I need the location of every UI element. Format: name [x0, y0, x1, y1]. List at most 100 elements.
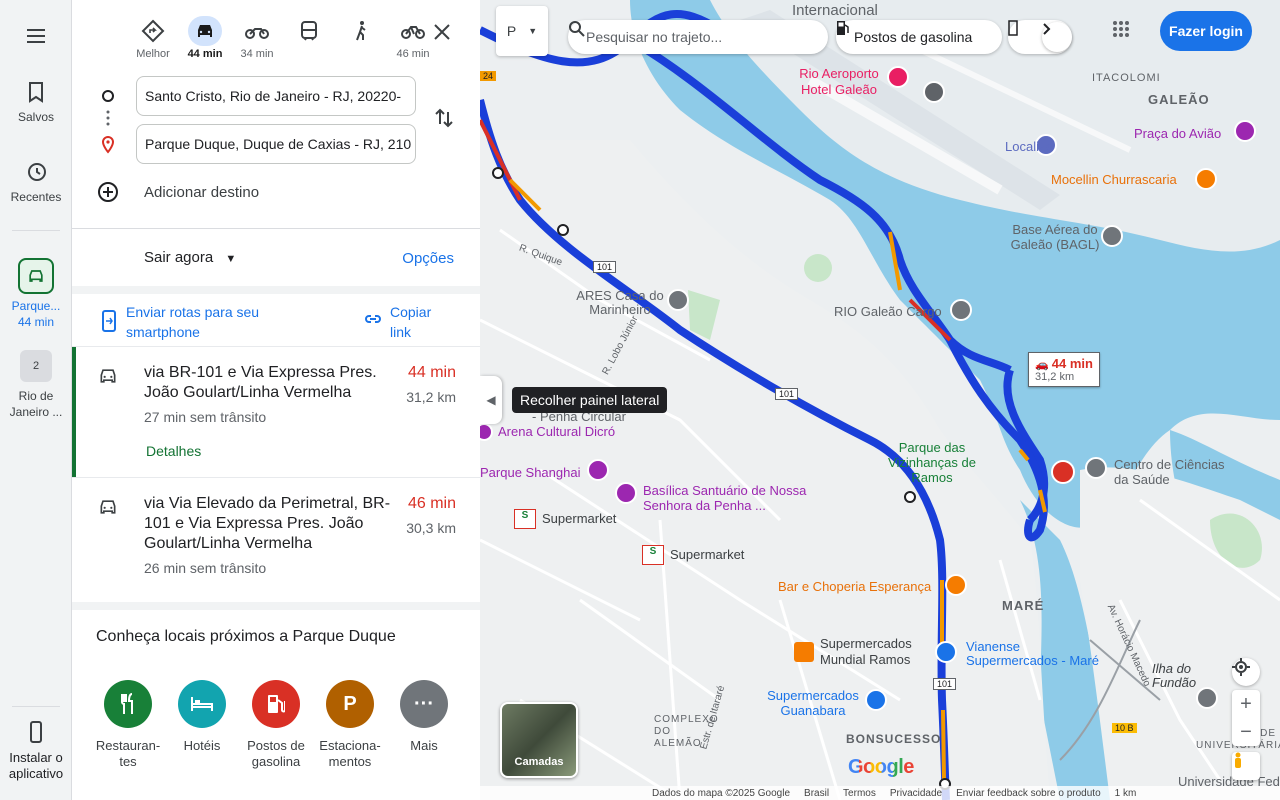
poi-parque-shanghai[interactable]: Parque Shanghai [480, 465, 580, 480]
link-icon [365, 315, 381, 323]
login-button[interactable]: Fazer login [1160, 11, 1252, 51]
poi-vianense[interactable]: Vianense Supermercados - Maré [966, 640, 1106, 668]
category-hotels[interactable]: Hotéis [164, 680, 240, 754]
footer-terms[interactable]: Termos [843, 788, 876, 799]
mode-best[interactable]: Melhor [128, 16, 178, 60]
collapse-panel-button[interactable]: ◀ [480, 376, 502, 424]
route-1-details-button[interactable]: Detalhes [146, 443, 201, 459]
more-icon: ··· [400, 680, 448, 728]
poi-bar-esperanca[interactable]: Bar e Choperia Esperança [778, 579, 931, 594]
category-more[interactable]: ··· Mais [386, 680, 462, 754]
category-parking[interactable]: P Estaciona-mentos [312, 680, 388, 770]
menu-button[interactable] [0, 24, 72, 54]
route-dots-icon [106, 110, 110, 126]
close-directions-button[interactable] [430, 20, 454, 44]
route-2-no-traffic: 26 min sem trânsito [144, 560, 267, 576]
place-thumbnail-icon: 2 [20, 350, 52, 382]
street-view-button[interactable] [1232, 752, 1260, 780]
search-along-route[interactable]: Pesquisar no trajeto... [568, 20, 828, 54]
poi-arena-dicro[interactable]: Arena Cultural Dicró [498, 424, 615, 439]
poi-guanabara[interactable]: Supermercados Guanabara [758, 688, 868, 718]
poi-centro-ciencias[interactable]: Centro de Ciências da Saúde [1114, 457, 1234, 487]
route-option-1[interactable]: via BR-101 e Via Expressa Pres. João Gou… [72, 347, 480, 477]
divider [72, 228, 480, 229]
zoom-out-button[interactable]: − [1240, 718, 1252, 746]
footer-scale[interactable]: 1 km [1115, 788, 1137, 799]
map-label-mare: MARÉ [1002, 598, 1045, 613]
category-hotels-label: Hotéis [183, 738, 221, 753]
layers-label: Camadas [514, 756, 564, 768]
category-restaurants[interactable]: Restauran-tes [90, 680, 166, 770]
collapse-tooltip: Recolher painel lateral [512, 387, 668, 413]
poi-rio-aeroporto-hotel[interactable]: Rio Aeroporto Hotel Galeão [794, 66, 884, 98]
poi-basilica-penha[interactable]: Basílica Santuário de Nossa Senhora da P… [643, 483, 813, 513]
depart-now-dropdown[interactable]: Sair agora ▼ [144, 249, 236, 266]
car-icon [198, 25, 212, 37]
mode-transit[interactable] [284, 16, 334, 60]
route-options-button[interactable]: P ▼ [496, 6, 548, 56]
highway-shield-101: 101 [593, 261, 617, 273]
install-app-button[interactable]: Instalar o aplicativo [0, 720, 72, 782]
category-more-label: Mais [410, 738, 438, 753]
layers-button[interactable]: Camadas [500, 702, 578, 778]
route-option-2[interactable]: via Via Elevado da Perimetral, BR-101 e … [72, 478, 480, 602]
rail-divider [12, 230, 60, 231]
poi-supermarket-1[interactable]: S Supermarket [514, 509, 616, 529]
gas-stations-chip[interactable]: Postos de gasolina [836, 20, 1002, 54]
history-icon [28, 163, 46, 181]
poi-rio-galeao-cargo[interactable]: RIO Galeão Cargo [834, 304, 942, 319]
highway-shield-10b: 10 B [1112, 723, 1137, 733]
directions-panel: Melhor 44 min 34 min 46 min Santo Cristo… [72, 0, 480, 800]
fork-knife-icon [104, 680, 152, 728]
parking-route-icon: P [506, 23, 517, 39]
chevron-down-icon: ▼ [225, 253, 237, 265]
recent-place-item[interactable]: 2 Rio de Janeiro ... [0, 350, 72, 420]
chevron-down-icon: ▼ [528, 26, 538, 36]
add-circle-icon[interactable] [96, 180, 120, 204]
saved-label: Salvos [17, 110, 55, 124]
send-to-phone-link[interactable]: Enviar rotas para seu smartphone [126, 302, 296, 342]
poi-mocellin[interactable]: Mocellin Churrascaria [1051, 172, 1177, 187]
footer-privacy[interactable]: Privacidade [890, 788, 942, 799]
poi-mundial-ramos[interactable]: Supermercados Mundial Ramos [820, 636, 930, 668]
zoom-in-button[interactable]: + [1240, 690, 1252, 718]
swap-button[interactable] [432, 106, 456, 135]
fuel-icon [252, 680, 300, 728]
mode-best-label: Melhor [136, 48, 170, 60]
poi-ares[interactable]: ARES Casa do Marinheiro [572, 289, 668, 317]
mode-walk[interactable] [336, 16, 386, 60]
saved-button[interactable]: Salvos [0, 80, 72, 124]
scroll-chips-right-button[interactable] [1042, 22, 1072, 52]
options-button[interactable]: Opções [402, 250, 454, 267]
poi-localiza[interactable]: Localiza [1005, 139, 1053, 154]
left-rail: Salvos Recentes Parque... 44 min 2 Rio d… [0, 0, 72, 800]
poi-parque-vizinhancas[interactable]: Parque das Vizinhanças de Ramos [872, 440, 992, 485]
recent-button[interactable]: Recentes [0, 160, 72, 204]
origin-input[interactable]: Santo Cristo, Rio de Janeiro - RJ, 20220… [136, 76, 416, 116]
install-label: Instalar o aplicativo [8, 750, 64, 781]
footer-country[interactable]: Brasil [804, 788, 829, 799]
bike-icon [401, 26, 425, 39]
map-footer: Dados do mapa ©2025 Google Brasil Termos… [480, 786, 1280, 800]
poi-praca-do-aviao[interactable]: Praça do Avião [1134, 126, 1221, 141]
chevron-left-icon: ◀ [486, 393, 496, 407]
mode-car[interactable]: 44 min [180, 16, 230, 60]
zoom-controls: + − [1232, 690, 1260, 746]
destination-input[interactable]: Parque Duque, Duque de Caxias - RJ, 210 [136, 124, 416, 164]
transit-icon [301, 21, 317, 41]
my-location-button[interactable] [1232, 658, 1260, 686]
add-destination-button[interactable]: Adicionar destino [144, 184, 259, 201]
mode-motorcycle[interactable]: 34 min [232, 16, 282, 60]
supermarket-logo-icon: S [642, 545, 664, 565]
destination-pin-icon [101, 136, 115, 154]
category-gas-stations[interactable]: Postos de gasolina [238, 680, 314, 770]
gas-chip-label: Postos de gasolina [854, 29, 973, 45]
poi-base-aerea[interactable]: Base Aérea do Galeão (BAGL) [1000, 222, 1110, 252]
poi-supermarket-2[interactable]: S Supermarket [642, 545, 744, 565]
map-canvas[interactable]: Internacional Rio Aeroporto Hotel Galeão… [480, 0, 1280, 800]
footer-feedback[interactable]: Enviar feedback sobre o produto [956, 788, 1101, 799]
map-label-itacolomi: ITACOLOMI [1092, 72, 1161, 84]
route-time-badge[interactable]: 🚗 44 min 31,2 km [1028, 352, 1100, 387]
recent-route-item[interactable]: Parque... 44 min [0, 258, 72, 330]
copy-link[interactable]: Copiar link [390, 302, 450, 342]
